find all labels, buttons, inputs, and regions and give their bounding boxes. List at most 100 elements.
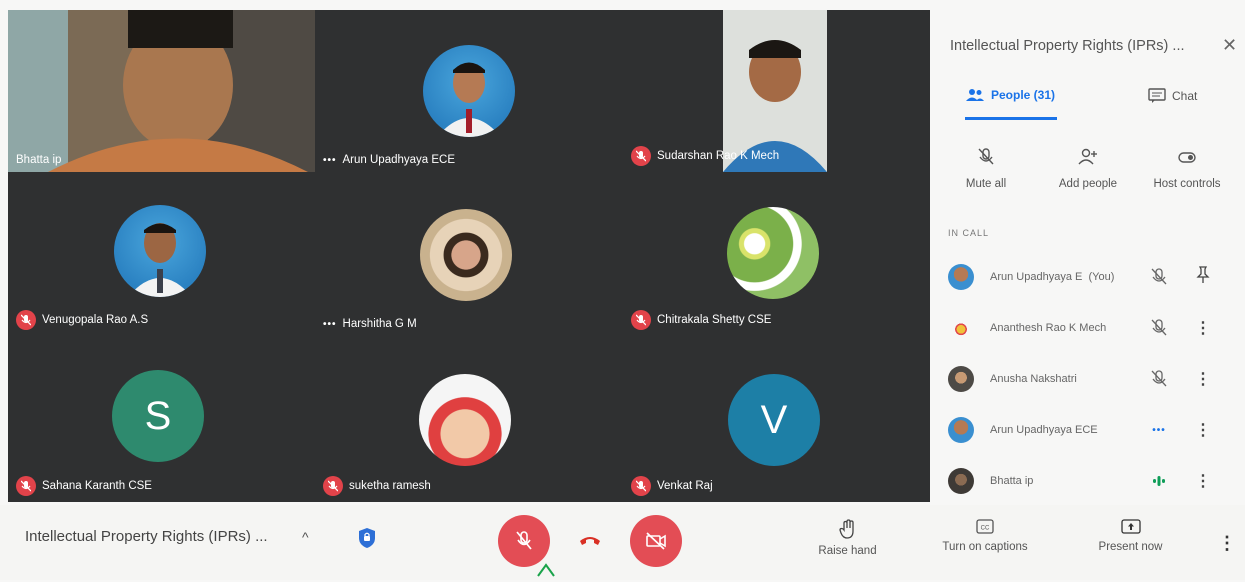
participant-tile[interactable]: S Sahana Karanth CSE <box>8 336 315 502</box>
camera-off-icon <box>646 532 666 550</box>
people-icon <box>966 89 984 101</box>
svg-text:CC: CC <box>981 526 990 532</box>
participant-tile[interactable]: Chitrakala Shetty CSE <box>623 172 930 336</box>
video-grid: Bhatta ip ••• Arun Upadhyaya ECE Sudarsh… <box>8 10 930 502</box>
avatar <box>948 468 974 494</box>
chat-icon <box>1148 88 1166 103</box>
mic-off-icon <box>631 310 651 330</box>
participants-panel: Intellectual Property Rights (IPRs) ... … <box>930 0 1245 505</box>
avatar <box>948 417 974 443</box>
more-options-icon: ••• <box>323 154 337 166</box>
mute-all-button[interactable]: Mute all <box>941 148 1031 190</box>
mic-off-icon <box>1135 370 1183 388</box>
participant-name: Venkat Raj <box>657 480 713 492</box>
bottom-toolbar: Intellectual Property Rights (IPRs) ... … <box>0 505 1245 580</box>
avatar-letter: V <box>760 397 788 442</box>
tab-people[interactable]: People (31) <box>965 88 1055 102</box>
more-options-icon[interactable]: ⋮ <box>1218 533 1236 554</box>
more-options-icon: ••• <box>323 318 337 330</box>
more-options-icon[interactable]: ⋮ <box>1183 369 1223 389</box>
more-options-icon[interactable]: ⋮ <box>1183 420 1223 440</box>
participant-name: Bhatta ip <box>990 475 1034 487</box>
participant-name: Arun Upadhyaya ECE <box>342 154 456 166</box>
participant-row[interactable]: Arun Upadhyaya E (You) <box>948 260 1238 294</box>
hand-icon <box>838 519 854 539</box>
mic-off-icon <box>516 531 532 550</box>
phone-hang-up-icon <box>580 537 600 545</box>
shield-icon[interactable] <box>358 527 376 554</box>
mic-off-icon <box>978 148 994 165</box>
participant-tile[interactable]: Sudarshan Rao K Mech <box>623 10 930 172</box>
mic-off-icon <box>16 310 36 330</box>
participant-tile[interactable]: ••• Harshitha G M <box>315 172 623 336</box>
participant-avatar: V <box>728 374 820 466</box>
participant-tile[interactable]: Bhatta ip <box>8 10 315 172</box>
avatar-letter: S <box>144 393 172 438</box>
participant-name: Sudarshan Rao K Mech <box>657 150 780 162</box>
participant-name: Arun Upadhyaya E (You) <box>990 271 1115 283</box>
mic-off-icon <box>16 476 36 496</box>
tab-chat-label: Chat <box>1172 89 1198 103</box>
meeting-title[interactable]: Intellectual Property Rights (IPRs) ... <box>25 528 268 545</box>
participant-avatar: S <box>112 370 204 462</box>
speaking-icon <box>1135 475 1183 487</box>
participant-video <box>8 10 315 172</box>
tab-indicator <box>965 117 1057 120</box>
raise-hand-button[interactable]: Raise hand <box>810 519 885 557</box>
participant-tile[interactable]: ••• Arun Upadhyaya ECE <box>315 10 623 172</box>
pin-icon[interactable] <box>1183 265 1223 289</box>
add-people-button[interactable]: Add people <box>1043 148 1133 190</box>
participant-avatar <box>419 374 511 466</box>
participant-name: Chitrakala Shetty CSE <box>657 314 772 326</box>
person-photo-icon <box>437 62 501 137</box>
participant-tile[interactable]: Venugopala Rao A.S <box>8 172 315 336</box>
raise-hand-label: Raise hand <box>818 545 877 557</box>
more-options-icon: ••• <box>1152 424 1166 436</box>
mic-off-icon <box>1135 319 1183 337</box>
close-icon[interactable]: ✕ <box>1222 35 1237 56</box>
present-icon <box>1120 519 1141 534</box>
participant-name: Anusha Nakshatri <box>990 373 1077 385</box>
captions-label: Turn on captions <box>942 541 1028 553</box>
avatar <box>948 264 974 290</box>
participant-name: Sahana Karanth CSE <box>42 480 152 492</box>
mute-all-label: Mute all <box>965 178 1007 190</box>
participant-tile[interactable]: V Venkat Raj <box>623 336 930 502</box>
host-controls-button[interactable]: Host controls <box>1142 148 1232 190</box>
participant-name: Ananthesh Rao K Mech <box>990 322 1107 334</box>
participant-row[interactable]: Arun Upadhyaya ECE ••• ⋮ <box>948 413 1238 447</box>
participant-name: suketha ramesh <box>349 480 431 492</box>
participant-row[interactable]: Ananthesh Rao K Mech ⋮ <box>948 311 1238 345</box>
present-now-label: Present now <box>1098 541 1163 553</box>
participant-row[interactable]: Anusha Nakshatri ⋮ <box>948 362 1238 396</box>
mic-toggle-button[interactable] <box>498 515 550 567</box>
mic-off-icon <box>1135 268 1183 286</box>
toggle-icon <box>1178 152 1196 163</box>
more-options-icon[interactable]: ⋮ <box>1183 318 1223 338</box>
person-photo-icon <box>128 223 192 297</box>
participant-avatar <box>420 209 512 301</box>
participant-avatar <box>727 207 819 299</box>
hang-up-button[interactable] <box>578 533 602 552</box>
panel-title: Intellectual Property Rights (IPRs) ... <box>950 38 1185 54</box>
tab-people-label: People (31) <box>991 88 1056 102</box>
participant-name: Harshitha G M <box>342 318 417 330</box>
cursor-icon <box>536 563 556 582</box>
mic-off-icon <box>631 476 651 496</box>
avatar <box>948 315 974 341</box>
participant-name: Bhatta ip <box>16 154 62 166</box>
participant-name: Venugopala Rao A.S <box>42 314 149 326</box>
avatar <box>948 366 974 392</box>
add-people-label: Add people <box>1058 178 1118 190</box>
captions-button[interactable]: CC Turn on captions <box>930 519 1040 553</box>
captions-icon: CC <box>976 519 994 534</box>
participant-tile[interactable]: suketha ramesh <box>315 336 623 502</box>
more-options-icon[interactable]: ⋮ <box>1183 471 1223 491</box>
participant-row[interactable]: Bhatta ip ⋮ <box>948 464 1238 498</box>
chevron-up-icon[interactable]: ^ <box>302 529 309 545</box>
tab-chat[interactable]: Chat <box>1148 88 1197 104</box>
present-now-button[interactable]: Present now <box>1088 519 1173 553</box>
camera-toggle-button[interactable] <box>630 515 682 567</box>
host-controls-label: Host controls <box>1153 178 1221 190</box>
participant-avatar <box>423 45 515 137</box>
